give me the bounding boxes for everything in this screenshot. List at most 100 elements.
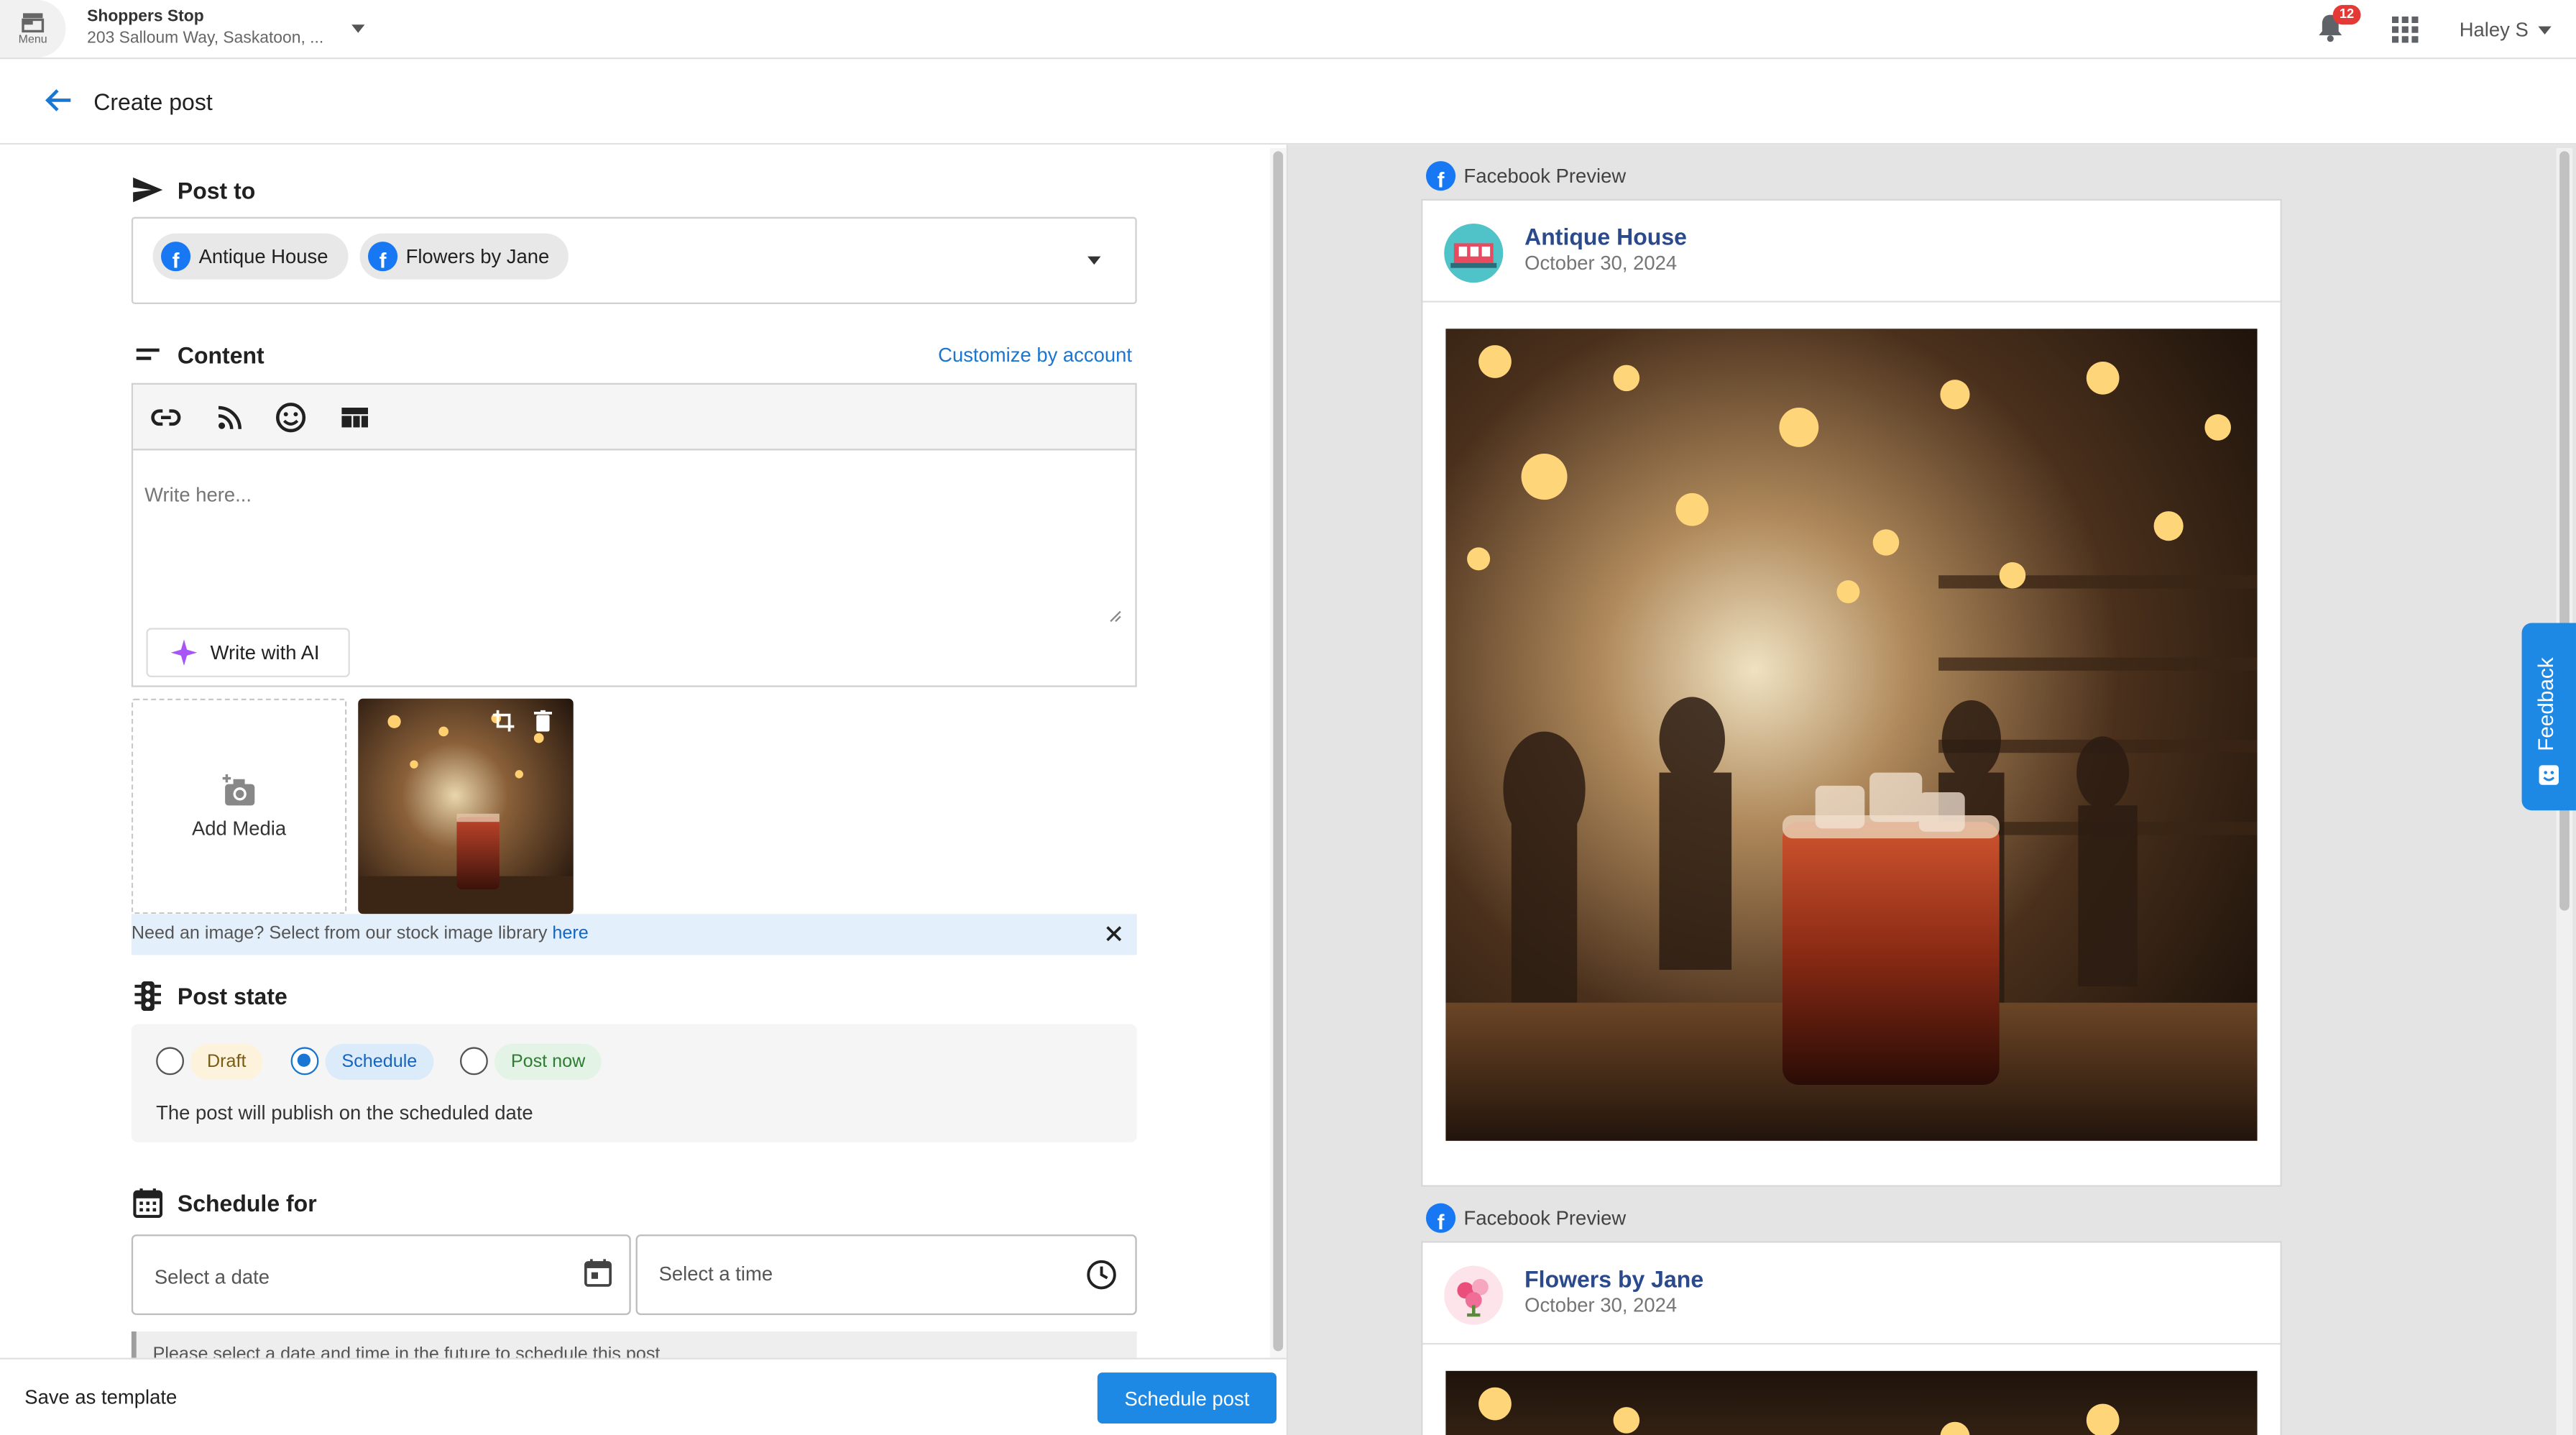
page-title: Create post — [93, 88, 213, 116]
close-icon[interactable] — [1105, 925, 1122, 942]
draft-option-label[interactable]: Draft — [190, 1043, 263, 1081]
back-arrow-icon[interactable] — [42, 87, 72, 114]
account-selector[interactable]: f Antique House f Flowers by Jane — [131, 216, 1137, 304]
facebook-icon: f — [160, 242, 191, 272]
page-header: Create post — [0, 59, 2576, 145]
account-chip[interactable]: f Antique House — [152, 233, 348, 280]
menu-label: Menu — [18, 33, 47, 45]
calendar-icon — [133, 1188, 163, 1218]
preview-label-text: Facebook Preview — [1463, 164, 1627, 188]
post-state-options: Draft Schedule Post now The post will pu… — [131, 1024, 1137, 1143]
send-icon — [133, 177, 163, 203]
feedback-smile-icon — [2539, 765, 2559, 785]
schedule-heading: Schedule for — [132, 1187, 317, 1218]
preview-panel: f Facebook Preview Antique House October… — [1287, 145, 2576, 1435]
write-with-ai-label: Write with AI — [210, 641, 320, 664]
post-state-label: Post state — [177, 983, 288, 1009]
preview-card-header: Flowers by Jane October 30, 2024 — [1422, 1243, 2281, 1345]
stock-banner-text: Need an image? Select from our stock ima… — [131, 923, 553, 944]
customize-by-account-link[interactable]: Customize by account — [938, 344, 1132, 367]
menu-button[interactable]: Menu — [0, 0, 66, 58]
preview-post-image — [1445, 1370, 2258, 1435]
rss-icon[interactable] — [213, 401, 247, 434]
chevron-down-icon[interactable] — [1087, 256, 1101, 265]
draft-radio[interactable] — [156, 1047, 184, 1076]
editor-footer: Save as template Schedule post — [0, 1357, 1287, 1435]
preview-date: October 30, 2024 — [1524, 251, 1678, 275]
sparkle-icon — [170, 639, 198, 666]
emoji-icon[interactable] — [275, 401, 308, 434]
crop-icon[interactable] — [492, 710, 515, 732]
feedback-label: Feedback — [2533, 657, 2558, 751]
cafe-photo-image — [1445, 1370, 2258, 1435]
store-selector[interactable]: Shoppers Stop 203 Salloum Way, Saskatoon… — [87, 8, 323, 47]
post-to-heading: Post to — [132, 176, 255, 204]
preview-label: f Facebook Preview — [1425, 1203, 1627, 1233]
stock-library-link[interactable]: here — [552, 924, 588, 943]
post-now-option-label[interactable]: Post now — [494, 1043, 602, 1081]
schedule-label: Schedule for — [177, 1189, 317, 1216]
notification-badge: 12 — [2332, 4, 2361, 25]
apps-grid-icon[interactable] — [2391, 16, 2419, 43]
user-menu[interactable]: Haley S — [2460, 18, 2552, 41]
date-field[interactable]: Select a date — [131, 1234, 631, 1316]
template-icon[interactable] — [339, 401, 372, 434]
post-state-heading: Post state — [132, 981, 288, 1012]
save-as-template-button[interactable]: Save as template — [24, 1385, 177, 1408]
time-placeholder: Select a time — [658, 1262, 773, 1285]
account-chip-label: Flowers by Jane — [405, 244, 550, 268]
avatar — [1444, 1265, 1504, 1325]
facebook-preview-card: Antique House October 30, 2024 — [1421, 198, 2282, 1187]
text-lines-icon — [136, 348, 160, 360]
store-name: Shoppers Stop — [87, 8, 204, 27]
facebook-icon: f — [1425, 1203, 1456, 1233]
schedule-option-label[interactable]: Schedule — [325, 1043, 434, 1081]
facebook-icon: f — [367, 242, 398, 272]
post-now-radio[interactable] — [459, 1047, 488, 1076]
content-editor: Write here... Write with AI — [131, 382, 1137, 687]
feedback-tab[interactable]: Feedback — [2521, 623, 2576, 811]
preview-label-text: Facebook Preview — [1463, 1206, 1627, 1230]
account-chip[interactable]: f Flowers by Jane — [359, 233, 569, 280]
preview-post-image — [1445, 329, 2258, 1141]
account-chip-label: Antique House — [198, 244, 328, 268]
schedule-radio[interactable] — [290, 1047, 319, 1076]
post-state-note: The post will publish on the scheduled d… — [156, 1101, 533, 1124]
clock-icon[interactable] — [1086, 1259, 1117, 1290]
top-bar: Menu Shoppers Stop 203 Salloum Way, Sask… — [0, 0, 2576, 60]
preview-card-header: Antique House October 30, 2024 — [1422, 201, 2281, 303]
user-name: Haley S — [2459, 18, 2529, 42]
delete-icon[interactable] — [533, 710, 552, 732]
preview-date: October 30, 2024 — [1524, 1293, 1678, 1317]
link-icon[interactable] — [150, 401, 183, 434]
thumbnail-tools — [492, 710, 552, 732]
chevron-down-icon — [2538, 25, 2552, 34]
scrollbar-thumb[interactable] — [1273, 151, 1284, 1352]
facebook-preview-card: Flowers by Jane October 30, 2024 — [1421, 1241, 2282, 1435]
write-with-ai-button[interactable]: Write with AI — [146, 628, 350, 677]
content-heading: Content — [132, 341, 264, 369]
create-post-page: Menu Shoppers Stop 203 Salloum Way, Sask… — [0, 0, 2576, 1435]
preview-label: f Facebook Preview — [1425, 161, 1627, 191]
stock-image-banner: Need an image? Select from our stock ima… — [131, 914, 1137, 955]
post-to-label: Post to — [177, 176, 256, 203]
add-media-label: Add Media — [191, 816, 287, 840]
add-media-button[interactable]: Add Media — [131, 698, 347, 914]
cafe-photo-image — [1445, 329, 2258, 1141]
schedule-post-button[interactable]: Schedule post — [1097, 1372, 1276, 1424]
chevron-down-icon[interactable] — [351, 24, 365, 33]
post-text-input[interactable]: Write here... — [144, 483, 252, 506]
facebook-icon: f — [1425, 161, 1456, 191]
resize-handle-icon[interactable] — [1109, 610, 1122, 623]
time-field[interactable]: Select a time — [635, 1234, 1137, 1316]
store-address: 203 Salloum Way, Saskatoon, ... — [87, 29, 324, 48]
date-placeholder: Select a date — [154, 1265, 270, 1289]
store-icon — [22, 12, 45, 32]
calendar-icon[interactable] — [583, 1257, 612, 1288]
content-label: Content — [177, 341, 264, 369]
left-scrollbar[interactable] — [1269, 147, 1287, 1365]
editor-toolbar — [133, 385, 1136, 451]
avatar — [1444, 223, 1504, 283]
preview-account-name: Flowers by Jane — [1524, 1265, 1704, 1293]
add-photo-icon — [221, 773, 254, 805]
